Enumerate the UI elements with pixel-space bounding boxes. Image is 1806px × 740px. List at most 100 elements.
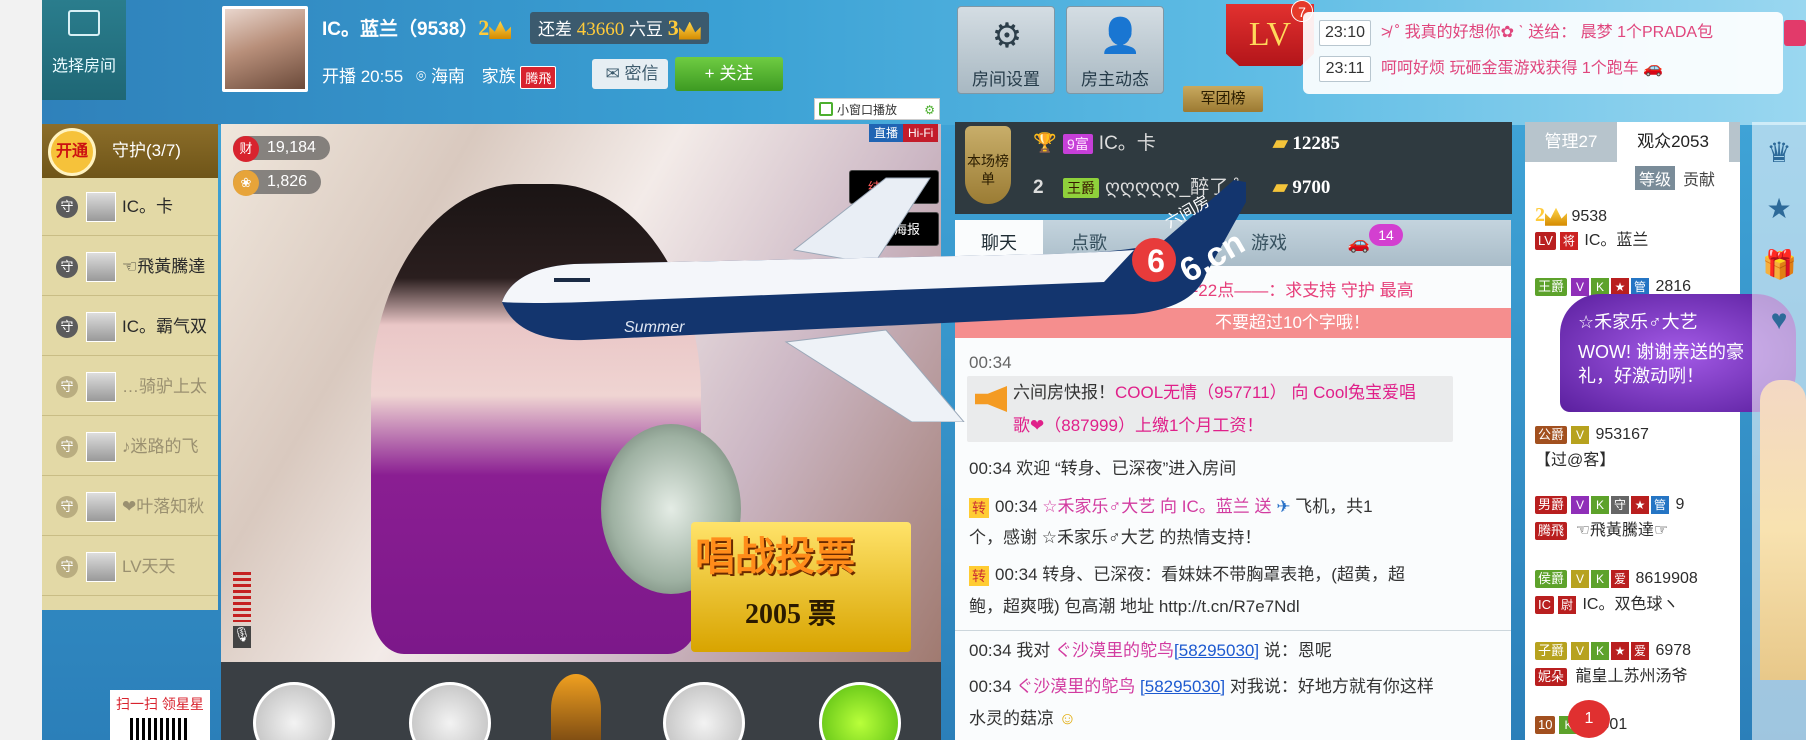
host-avatar[interactable] <box>222 6 308 92</box>
v-icon: V <box>1571 569 1590 588</box>
car-icon: 🚗 <box>1347 233 1371 253</box>
microphone-icon[interactable]: 🎙 <box>233 626 251 648</box>
army-rank-button[interactable]: 军团榜 <box>1183 86 1263 112</box>
wealth-value: 19,184 <box>267 139 316 156</box>
level-progress: 还差 43660 六豆 3 <box>530 12 709 44</box>
follow-button[interactable]: + 关注 <box>675 57 783 91</box>
viewer-avatar[interactable] <box>253 682 335 740</box>
family-tag[interactable]: 腾飛 <box>520 66 557 90</box>
feed-text: ≯ ˚ 我真的好想你✿ ˋ 送给： 晨梦 1个PRADA包 <box>1381 24 1714 41</box>
rank-row[interactable]: 🏆 9富 IC。卡 ▰ 12285 <box>1033 124 1340 164</box>
guard-avatar <box>86 432 116 462</box>
k-icon: K <box>1591 569 1610 588</box>
k-icon: K <box>1591 495 1610 514</box>
guard-item[interactable]: 守 ☜飛黃騰達 <box>42 238 218 296</box>
chat-user-id[interactable]: [58295030] <box>1140 677 1225 696</box>
trophy-icon: 🏆 <box>1033 133 1057 154</box>
notification-badge[interactable]: 1 <box>1568 700 1610 738</box>
host-name: IC。蓝兰（9538） <box>322 19 479 40</box>
chat-text: 飞机，共1 <box>1295 497 1373 516</box>
star-tool-icon[interactable]: ★ <box>1762 192 1796 226</box>
guard-badge-icon: 守 <box>56 256 78 278</box>
left-margin <box>0 0 42 740</box>
private-message: 水灵的菇凉 ☺ <box>969 702 1076 735</box>
user-tag: 腾飛 <box>1535 521 1568 540</box>
sort-by-level[interactable]: 等级 <box>1635 166 1676 190</box>
secret-letter-button[interactable]: ✉ 密信 <box>592 59 668 89</box>
sports-car-icon: 🚗 <box>1643 60 1664 77</box>
user-row[interactable]: 子爵 V K ★ 爱 6978 <box>1535 640 1691 662</box>
sort-by-contribution[interactable]: 贡献 <box>1679 166 1719 190</box>
select-room-button[interactable]: 选择房间 <box>42 0 126 100</box>
guard-item[interactable]: 守 LV天天 <box>42 538 218 596</box>
settings-small-icon[interactable]: ⚙ <box>924 99 935 121</box>
open-guard-button[interactable]: 开通 <box>48 128 96 176</box>
chat-time: 00:34 <box>995 565 1038 584</box>
room-settings-button[interactable]: ⚙ 房间设置 <box>957 6 1055 94</box>
v-icon: V <box>1571 495 1590 514</box>
chat-text: 对我说：好地方就有你这样 <box>1229 677 1434 696</box>
green-button-icon[interactable] <box>819 682 901 740</box>
host-photo <box>225 9 305 89</box>
user-row[interactable]: IC 尉 IC。双色球ヽ <box>1535 594 1678 616</box>
crown-icon <box>489 20 512 39</box>
user-tag: 妮朵 <box>1535 667 1568 686</box>
guard-name: LV天天 <box>122 557 176 576</box>
chat-time: 00:34 <box>995 497 1038 516</box>
user-name: 龍皇丄苏州汤爷 <box>1575 668 1688 685</box>
crown-tool-icon[interactable]: ♛ <box>1762 136 1796 170</box>
volume-meter[interactable] <box>233 572 251 622</box>
remain-value: 43660 <box>576 19 625 40</box>
guard-item[interactable]: 守 ❤叶落知秋 <box>42 478 218 536</box>
user-name[interactable]: 【过@客】 <box>1535 450 1615 472</box>
next-crown-icon <box>678 21 701 40</box>
user-tag: 子爵 <box>1535 641 1568 660</box>
chat-user[interactable]: ぐ沙漠里的鸵鸟 <box>1055 641 1174 660</box>
guard-avatar <box>86 312 116 342</box>
qr-card[interactable]: 扫一扫 领星星 <box>110 690 210 740</box>
k-icon: K <box>1591 641 1610 660</box>
user-tag: 10 <box>1535 715 1556 734</box>
badge-icon: 尉 <box>1558 595 1576 614</box>
user-name: IC。蓝兰 <box>1584 232 1649 249</box>
user-row[interactable]: 2 9538 <box>1535 204 1607 228</box>
location-pin-icon: ⌾ <box>416 67 427 86</box>
gold-icon: ▰ <box>1273 177 1288 198</box>
cartoon-figure <box>551 674 601 740</box>
badge-icon: 将 <box>1559 231 1578 250</box>
heart-tool-icon[interactable]: ♥ <box>1762 304 1796 338</box>
user-row[interactable]: 妮朵 龍皇丄苏州汤爷 <box>1535 666 1687 688</box>
user-row[interactable]: 男爵 V K 守 ★ 管 9 <box>1535 494 1684 516</box>
chat-user-id[interactable]: [58295030] <box>1174 641 1259 660</box>
bubble-name: ☆禾家乐♂大艺 <box>1578 312 1698 332</box>
chat-time: 00:34 <box>969 641 1012 660</box>
feed-row: 23:11 呵呵好烦 玩砸金蛋游戏获得 1个跑车 🚗 <box>1319 54 1663 84</box>
tv-small-icon <box>819 102 833 116</box>
user-list-panel: 管理27 观众2053 等级 贡献 2 9538 LV 将 IC。蓝兰 王爵 V K ★ 管… <box>1525 122 1740 740</box>
guard-item[interactable]: 守 IC。霸气双 <box>42 298 218 356</box>
host-updates-button[interactable]: 👤 房主动态 <box>1066 6 1164 94</box>
wealth-icon: 财 <box>233 136 259 162</box>
tab-viewers[interactable]: 观众2053 <box>1617 122 1729 162</box>
mini-window-button[interactable]: 小窗口播放 ⚙ <box>814 98 940 120</box>
rank-gold-value: 12285 <box>1292 133 1340 154</box>
gift-tool-icon[interactable]: 🎁 <box>1762 248 1797 282</box>
user-row[interactable]: LV 将 IC。蓝兰 <box>1535 230 1648 252</box>
user-id: 9538 <box>1571 208 1608 225</box>
guard-badge-icon: 守 <box>56 556 78 578</box>
smiley-icon: ☺ <box>1058 709 1077 728</box>
tab-admins[interactable]: 管理27 <box>1525 122 1617 162</box>
user-row[interactable]: 公爵 V 953167 <box>1535 424 1649 446</box>
guard-item[interactable]: 守 ♪迷路的飞 <box>42 418 218 476</box>
viewer-avatar[interactable] <box>663 682 745 740</box>
guard-item[interactable]: 守 IC。卡 <box>42 178 218 236</box>
rank-gold: ▰ 12285 <box>1273 124 1340 164</box>
user-row[interactable]: 侯爵 V K 爱 8619908 <box>1535 568 1698 590</box>
chat-user[interactable]: ぐ沙漠里的鸵鸟 <box>1016 677 1135 696</box>
bear-avatar[interactable] <box>409 682 491 740</box>
user-row[interactable]: 腾飛 ☜飛黃騰達☞ <box>1535 520 1668 542</box>
guard-item[interactable]: 守 …骑驴上太 <box>42 358 218 416</box>
hifi-tag[interactable]: Hi-Fi <box>903 124 939 142</box>
guard-name: IC。霸气双 <box>122 317 207 336</box>
user-tag: IC <box>1535 595 1554 614</box>
